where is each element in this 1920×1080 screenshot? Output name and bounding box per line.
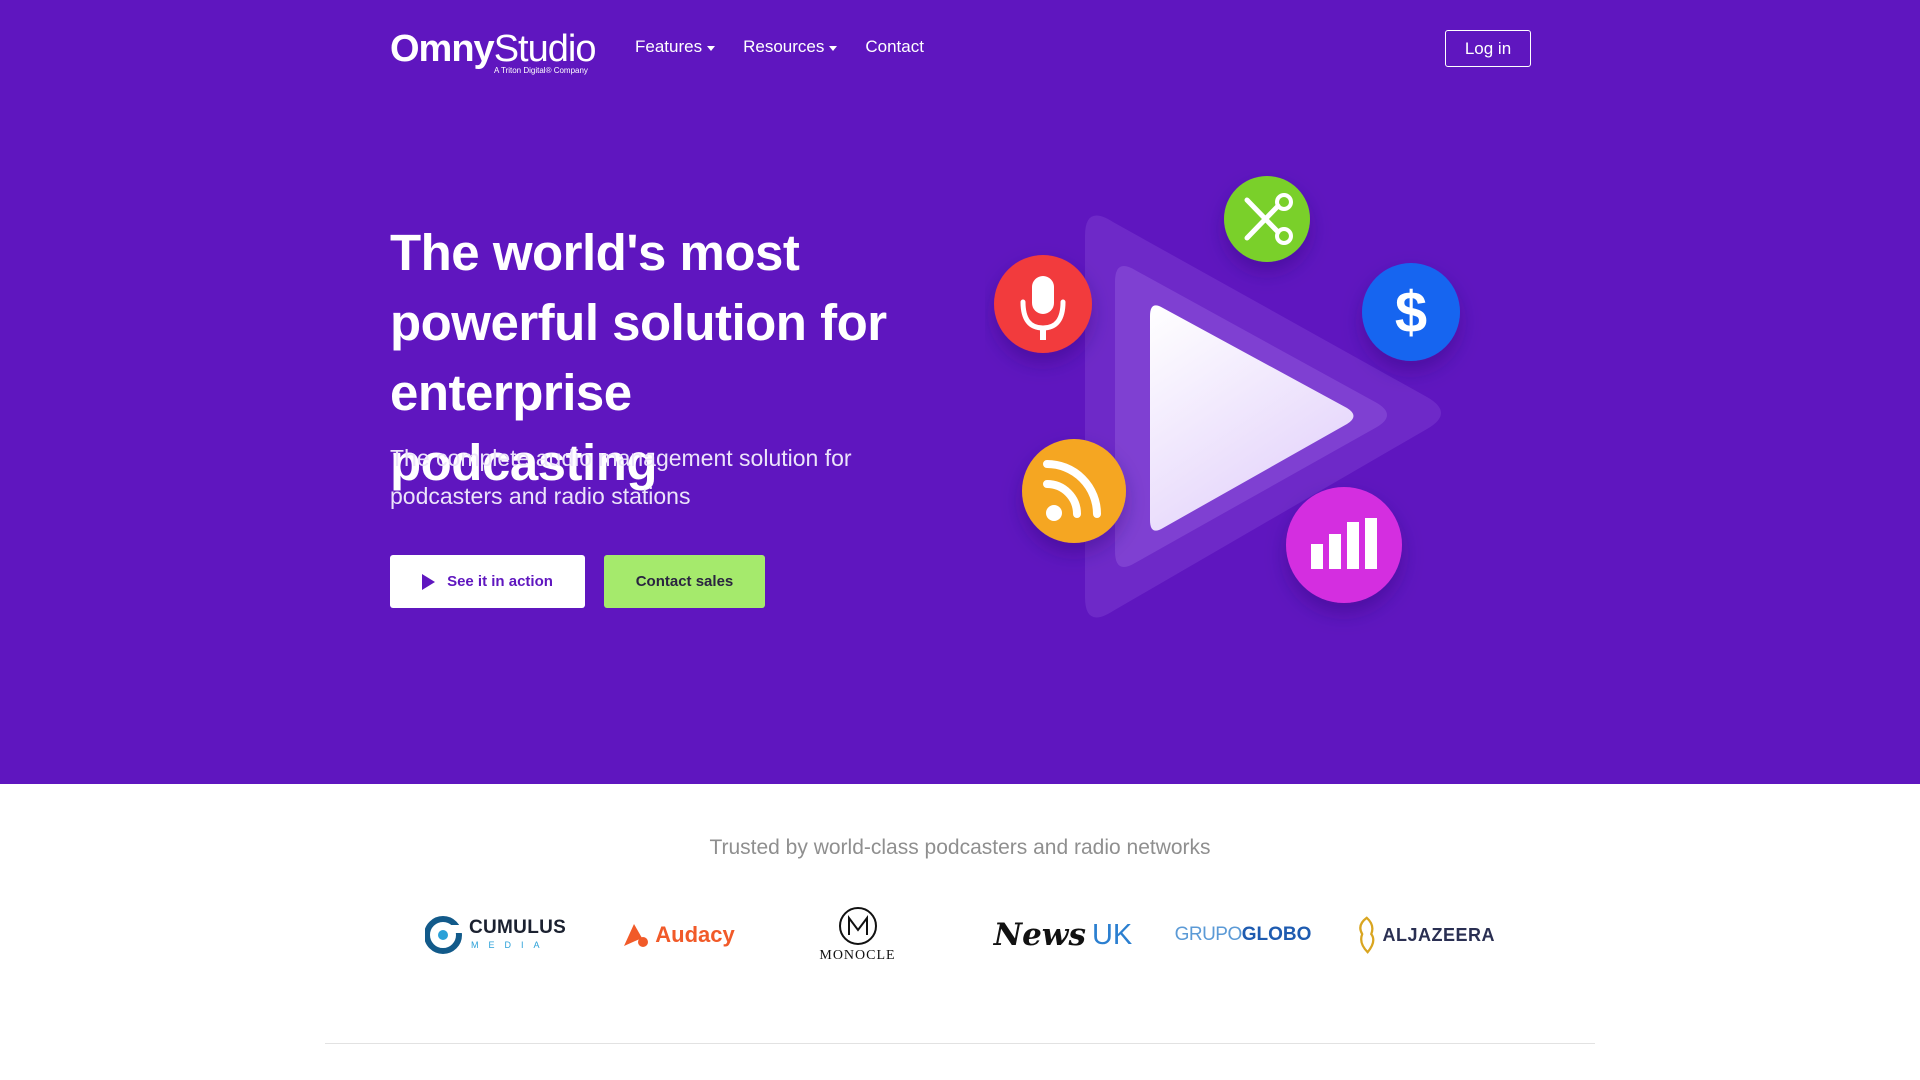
main-nav: Features Resources Contact (635, 37, 924, 57)
nav-resources[interactable]: Resources (743, 37, 838, 57)
grupo-globo-logo: GRUPO GLOBO (1173, 895, 1313, 975)
grupo-globo-name: GLOBO (1241, 924, 1312, 945)
nav-features-label: Features (635, 37, 703, 56)
play-icon (422, 573, 436, 590)
grupo-globo-prefix: GRUPO (1174, 924, 1243, 945)
audacy-logo: Audacy (608, 895, 748, 975)
news-uk-name: News (993, 917, 1086, 953)
nav-contact[interactable]: Contact (865, 37, 924, 57)
cumulus-media-logo: CUMULUS MEDIA (425, 895, 567, 975)
news-uk-suffix: UK (1091, 918, 1133, 951)
section-divider (325, 1043, 1595, 1044)
aljazeera-logo: ALJAZEERA (1355, 895, 1495, 975)
hero-section: Omny Studio A Triton Digital® Company Fea… (0, 0, 1920, 784)
omny-studio-logo[interactable]: Omny Studio A Triton Digital® Company (390, 28, 597, 75)
audacy-name: Audacy (655, 922, 735, 947)
microphone-icon (994, 255, 1092, 353)
cumulus-name: CUMULUS (469, 917, 567, 938)
news-uk-logo: News UK (988, 895, 1138, 975)
partner-logos: CUMULUS MEDIA Audacy MONOCLE News UK GRU… (410, 895, 1510, 975)
logo-omny: Omny (390, 28, 495, 70)
logo-tagline: A Triton Digital® Company (494, 66, 588, 75)
nav-resources-label: Resources (743, 37, 825, 56)
scissors-icon (1224, 176, 1310, 262)
trusted-by-title: Trusted by world-class podcasters and ra… (709, 836, 1211, 859)
aljazeera-name: ALJAZEERA (1382, 924, 1495, 945)
dollar-icon: $ (1362, 263, 1460, 361)
audacy-mark-icon (624, 924, 649, 947)
cumulus-sub: MEDIA (471, 940, 550, 950)
monocle-name: MONOCLE (819, 948, 896, 963)
monocle-emblem-icon (838, 907, 877, 945)
nav-contact-label: Contact (865, 37, 924, 56)
login-button[interactable]: Log in (1445, 30, 1531, 67)
svg-text:$: $ (1395, 280, 1427, 345)
aljazeera-emblem-icon (1359, 916, 1375, 954)
see-it-in-action-label: See it in action (447, 573, 553, 590)
bar-chart-icon (1286, 487, 1402, 603)
logo-wordmark: Omny Studio (390, 28, 597, 70)
caret-down-icon (707, 45, 716, 51)
hero-subhead: The complete audio management solution f… (390, 445, 852, 509)
see-it-in-action-button[interactable]: See it in action (390, 555, 585, 608)
logo-studio: Studio (493, 28, 597, 70)
contact-sales-button[interactable]: Contact sales (604, 555, 765, 608)
hero-illustration: $ (994, 176, 1460, 618)
monocle-logo: MONOCLE (810, 895, 905, 975)
nav-features[interactable]: Features (635, 37, 716, 57)
rss-icon (1022, 439, 1126, 543)
caret-down-icon (829, 45, 838, 51)
